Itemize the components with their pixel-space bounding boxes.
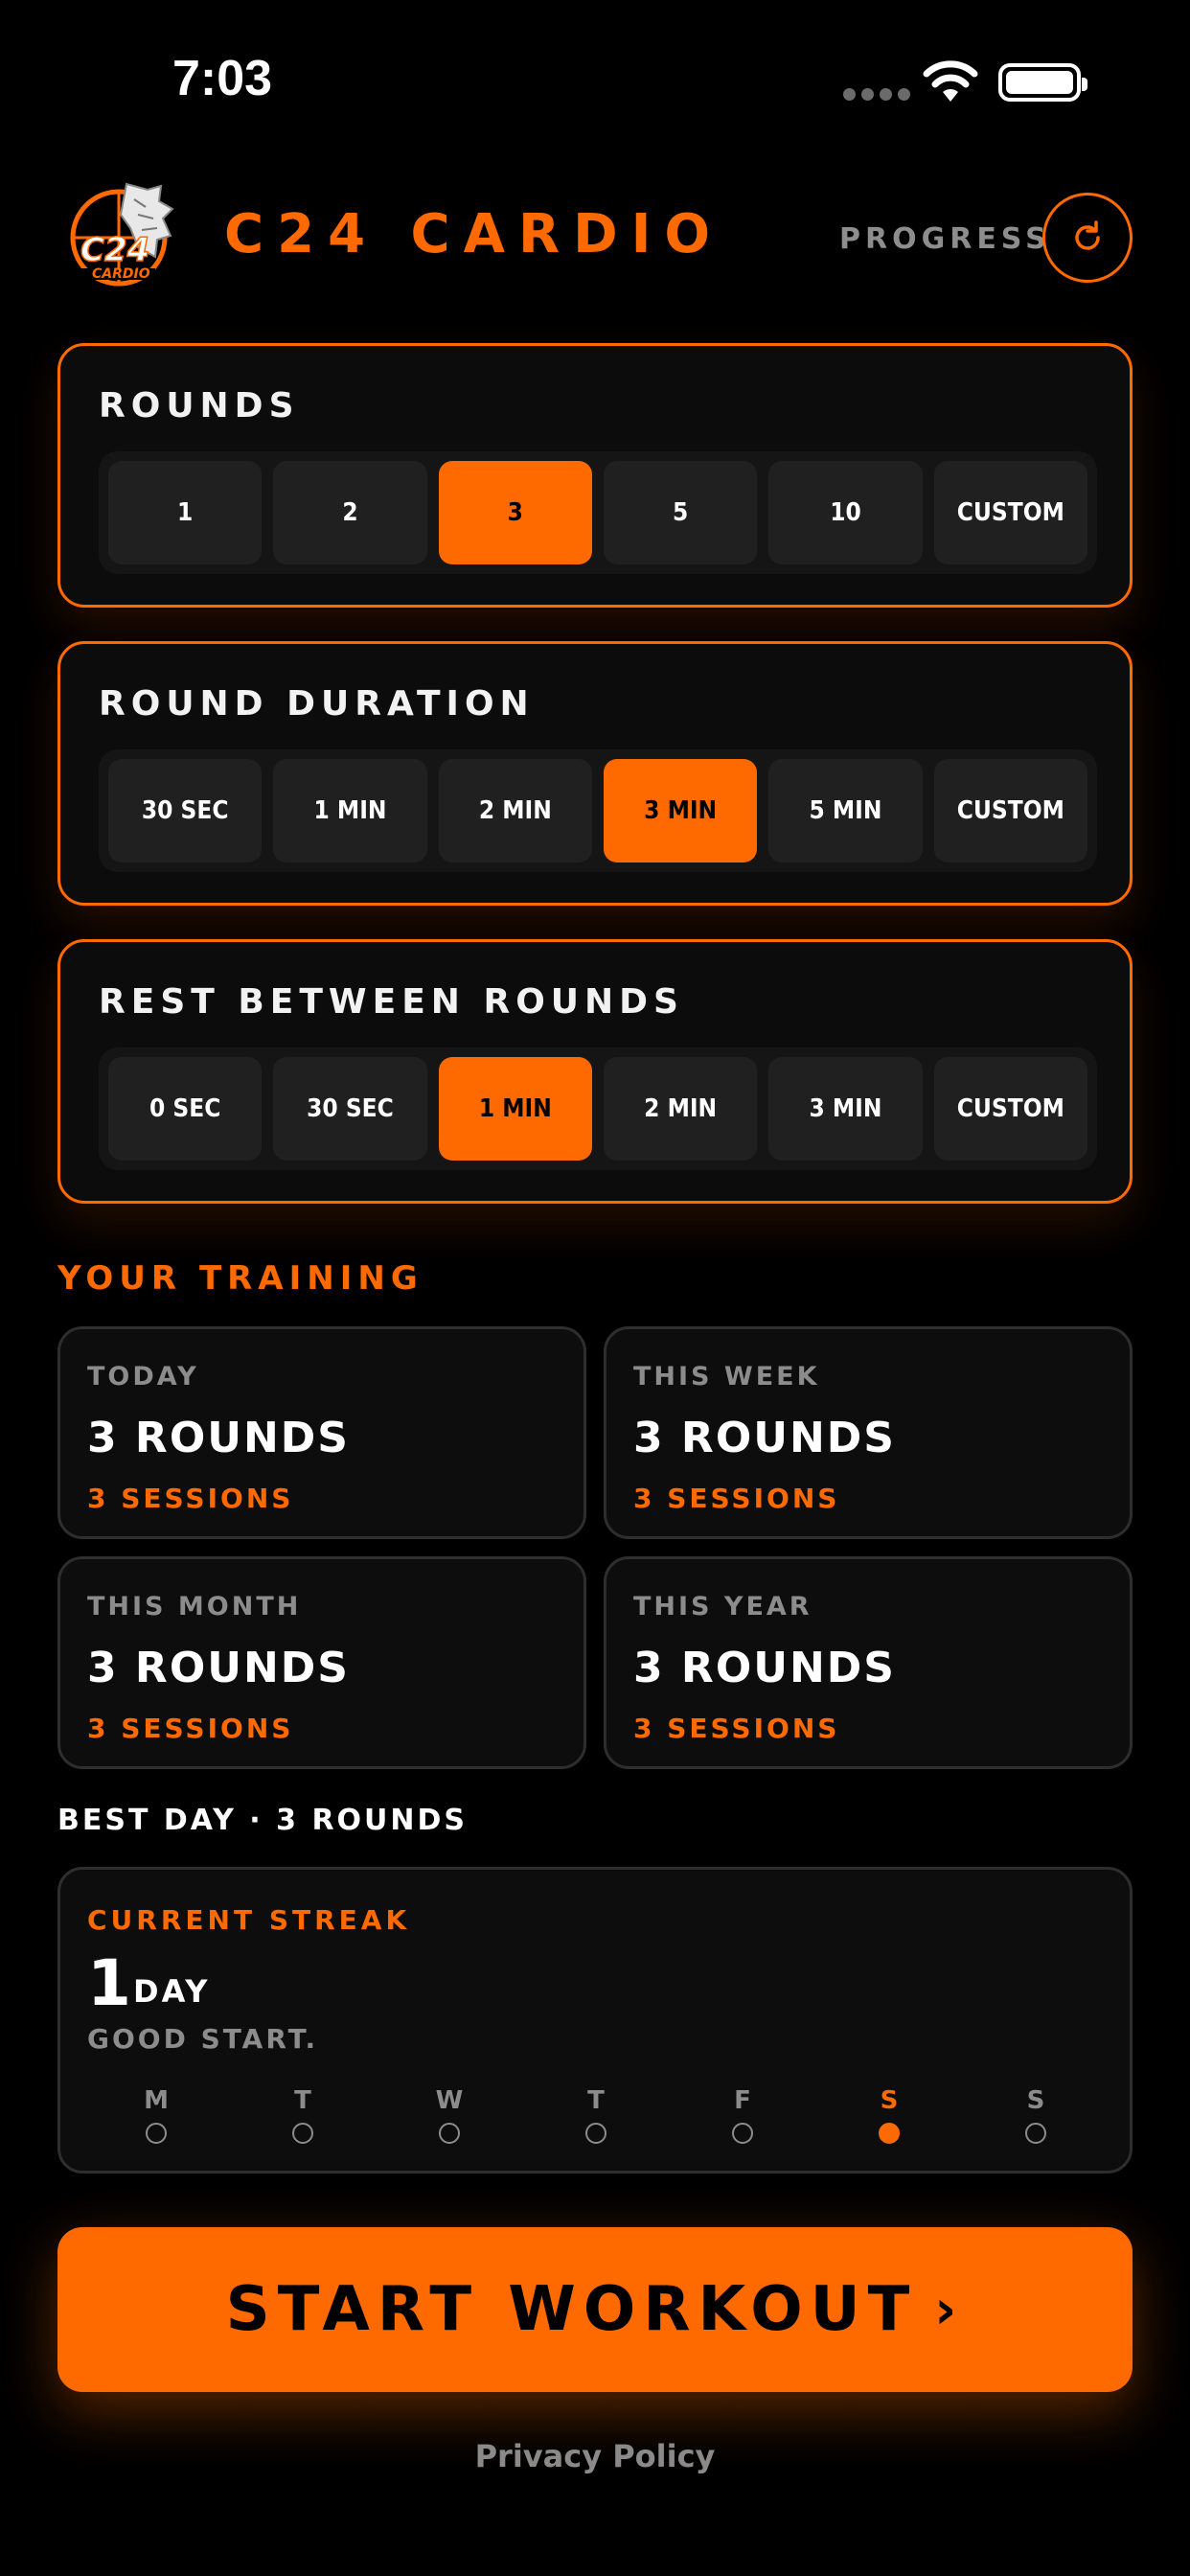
- option-button[interactable]: 1 MIN: [438, 1057, 592, 1161]
- option-button[interactable]: 10: [768, 461, 923, 564]
- rest-title: REST BETWEEN ROUNDS: [99, 982, 684, 1022]
- day-indicator: S: [860, 2086, 918, 2144]
- stat-label: THIS WEEK: [633, 1362, 820, 1392]
- day-dot: [439, 2123, 460, 2144]
- stat-card-year: THIS YEAR 3 ROUNDS 3 SESSIONS: [604, 1556, 1133, 1769]
- cellular-signal-icon: [843, 88, 910, 101]
- wifi-icon: [923, 60, 978, 102]
- round-duration-title: ROUND DURATION: [99, 684, 535, 724]
- streak-card: CURRENT STREAK 1 DAY GOOD START. M T W T…: [57, 1867, 1133, 2174]
- stat-label: THIS YEAR: [633, 1592, 812, 1622]
- day-indicator: F: [714, 2086, 771, 2144]
- best-day: BEST DAY · 3 ROUNDS: [57, 1804, 469, 1837]
- rounds-card: ROUNDS 1 2 3 5 10 CUSTOM: [57, 343, 1133, 608]
- option-button[interactable]: 3: [438, 461, 592, 564]
- chevron-right-icon: ›: [934, 2278, 965, 2341]
- option-button[interactable]: 1 MIN: [273, 759, 427, 862]
- svg-text:C24: C24: [80, 231, 149, 269]
- day-dot: [879, 2123, 900, 2144]
- status-bar: 7:03: [0, 0, 1190, 144]
- streak-count: 1: [87, 1946, 131, 2020]
- option-button[interactable]: 0 SEC: [108, 1057, 263, 1161]
- training-section-title: YOUR TRAINING: [57, 1259, 423, 1298]
- option-button[interactable]: 2: [273, 461, 427, 564]
- start-workout-button[interactable]: START WORKOUT ›: [57, 2227, 1133, 2392]
- stat-label: THIS MONTH: [87, 1592, 302, 1622]
- option-button[interactable]: 30 SEC: [108, 759, 263, 862]
- day-dot: [292, 2123, 313, 2144]
- battery-icon: [998, 63, 1087, 102]
- status-time: 7:03: [172, 51, 273, 106]
- refresh-icon: [1075, 220, 1100, 250]
- stat-value: 3 ROUNDS: [87, 1644, 350, 1692]
- stat-sessions: 3 SESSIONS: [633, 1483, 840, 1514]
- stat-card-month: THIS MONTH 3 ROUNDS 3 SESSIONS: [57, 1556, 586, 1769]
- week-tracker: M T W T F S S: [60, 2086, 1130, 2153]
- option-button[interactable]: CUSTOM: [933, 1057, 1087, 1161]
- day-indicator: T: [567, 2086, 625, 2144]
- day-dot: [732, 2123, 753, 2144]
- stat-value: 3 ROUNDS: [633, 1644, 896, 1692]
- option-button[interactable]: 30 SEC: [273, 1057, 427, 1161]
- app-title: C24 CARDIO: [224, 203, 724, 265]
- option-button[interactable]: 2 MIN: [603, 1057, 758, 1161]
- refresh-button[interactable]: [1042, 193, 1133, 283]
- option-button[interactable]: 3 MIN: [603, 759, 758, 862]
- option-button[interactable]: 5 MIN: [768, 759, 923, 862]
- option-button[interactable]: 3 MIN: [768, 1057, 923, 1161]
- c24-lion-logo: C24 CARDIO: [70, 182, 174, 287]
- round-duration-card: ROUND DURATION 30 SEC 1 MIN 2 MIN 3 MIN 5 MI…: [57, 641, 1133, 906]
- progress-link[interactable]: PROGRESS: [839, 222, 1051, 256]
- streak-unit: DAY: [133, 1973, 211, 2010]
- stat-card-today: TODAY 3 ROUNDS 3 SESSIONS: [57, 1326, 586, 1539]
- rest-card: REST BETWEEN ROUNDS 0 SEC 30 SEC 1 MIN 2 MI…: [57, 939, 1133, 1204]
- privacy-policy-link[interactable]: Privacy Policy: [0, 2438, 1190, 2474]
- day-indicator: W: [421, 2086, 478, 2144]
- day-indicator: S: [1007, 2086, 1064, 2144]
- svg-text:CARDIO: CARDIO: [92, 266, 150, 282]
- day-dot: [585, 2123, 606, 2144]
- stat-card-week: THIS WEEK 3 ROUNDS 3 SESSIONS: [604, 1326, 1133, 1539]
- day-indicator: T: [274, 2086, 332, 2144]
- option-button[interactable]: 2 MIN: [438, 759, 592, 862]
- day-indicator: M: [127, 2086, 185, 2144]
- day-dot: [1025, 2123, 1046, 2144]
- round-duration-selector: 30 SEC 1 MIN 2 MIN 3 MIN 5 MIN CUSTOM: [99, 749, 1097, 872]
- rest-selector: 0 SEC 30 SEC 1 MIN 2 MIN 3 MIN CUSTOM: [99, 1047, 1097, 1170]
- rounds-title: ROUNDS: [99, 386, 300, 426]
- streak-label: CURRENT STREAK: [87, 1904, 411, 1936]
- streak-message: GOOD START.: [87, 2023, 319, 2055]
- day-dot: [146, 2123, 167, 2144]
- start-workout-label: START WORKOUT: [225, 2274, 918, 2345]
- stat-value: 3 ROUNDS: [87, 1414, 350, 1462]
- stat-sessions: 3 SESSIONS: [87, 1713, 294, 1744]
- option-button[interactable]: CUSTOM: [933, 759, 1087, 862]
- stat-sessions: 3 SESSIONS: [87, 1483, 294, 1514]
- option-button[interactable]: 5: [603, 461, 758, 564]
- rounds-selector: 1 2 3 5 10 CUSTOM: [99, 451, 1097, 574]
- stat-value: 3 ROUNDS: [633, 1414, 896, 1462]
- stat-sessions: 3 SESSIONS: [633, 1713, 840, 1744]
- option-button[interactable]: CUSTOM: [933, 461, 1087, 564]
- stat-label: TODAY: [87, 1362, 199, 1392]
- option-button[interactable]: 1: [108, 461, 263, 564]
